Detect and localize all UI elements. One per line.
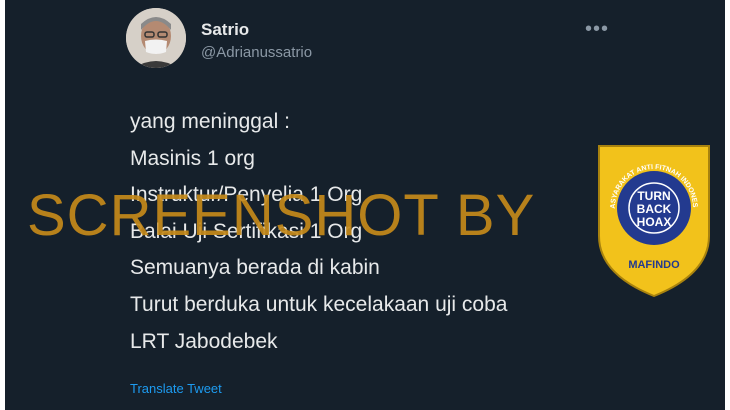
avatar[interactable] (126, 8, 186, 68)
screenshot-watermark: SCREENSHOT BY (27, 183, 536, 248)
tweet-line: Turut berduka untuk kecelakaan uji coba (130, 292, 508, 316)
badge-logo-line1: TURN (637, 189, 670, 203)
tweet-line: yang meninggal : (130, 110, 290, 133)
badge-logo-line2: BACK (637, 202, 672, 216)
author-handle[interactable]: @Adrianussatrio (201, 44, 312, 61)
tweet-card: Satrio @Adrianussatrio ••• yang meningga… (5, 0, 725, 410)
person-avatar-icon (126, 8, 186, 68)
badge-logo-line3: HOAX (637, 215, 672, 229)
tweet-line: LRT Jabodebek (130, 329, 278, 353)
badge-org-name: MAFINDO (628, 259, 680, 271)
tweet-line: Semuanya berada di kabin (130, 256, 380, 280)
translate-tweet-link[interactable]: Translate Tweet (130, 381, 222, 396)
tweet-line: Masinis 1 org (130, 146, 255, 170)
mafindo-badge-logo: MASYARAKAT ANTI FITNAH INDONESIA TURN BA… (593, 140, 710, 298)
author-name[interactable]: Satrio (201, 20, 249, 40)
more-options-icon[interactable]: ••• (585, 18, 609, 41)
